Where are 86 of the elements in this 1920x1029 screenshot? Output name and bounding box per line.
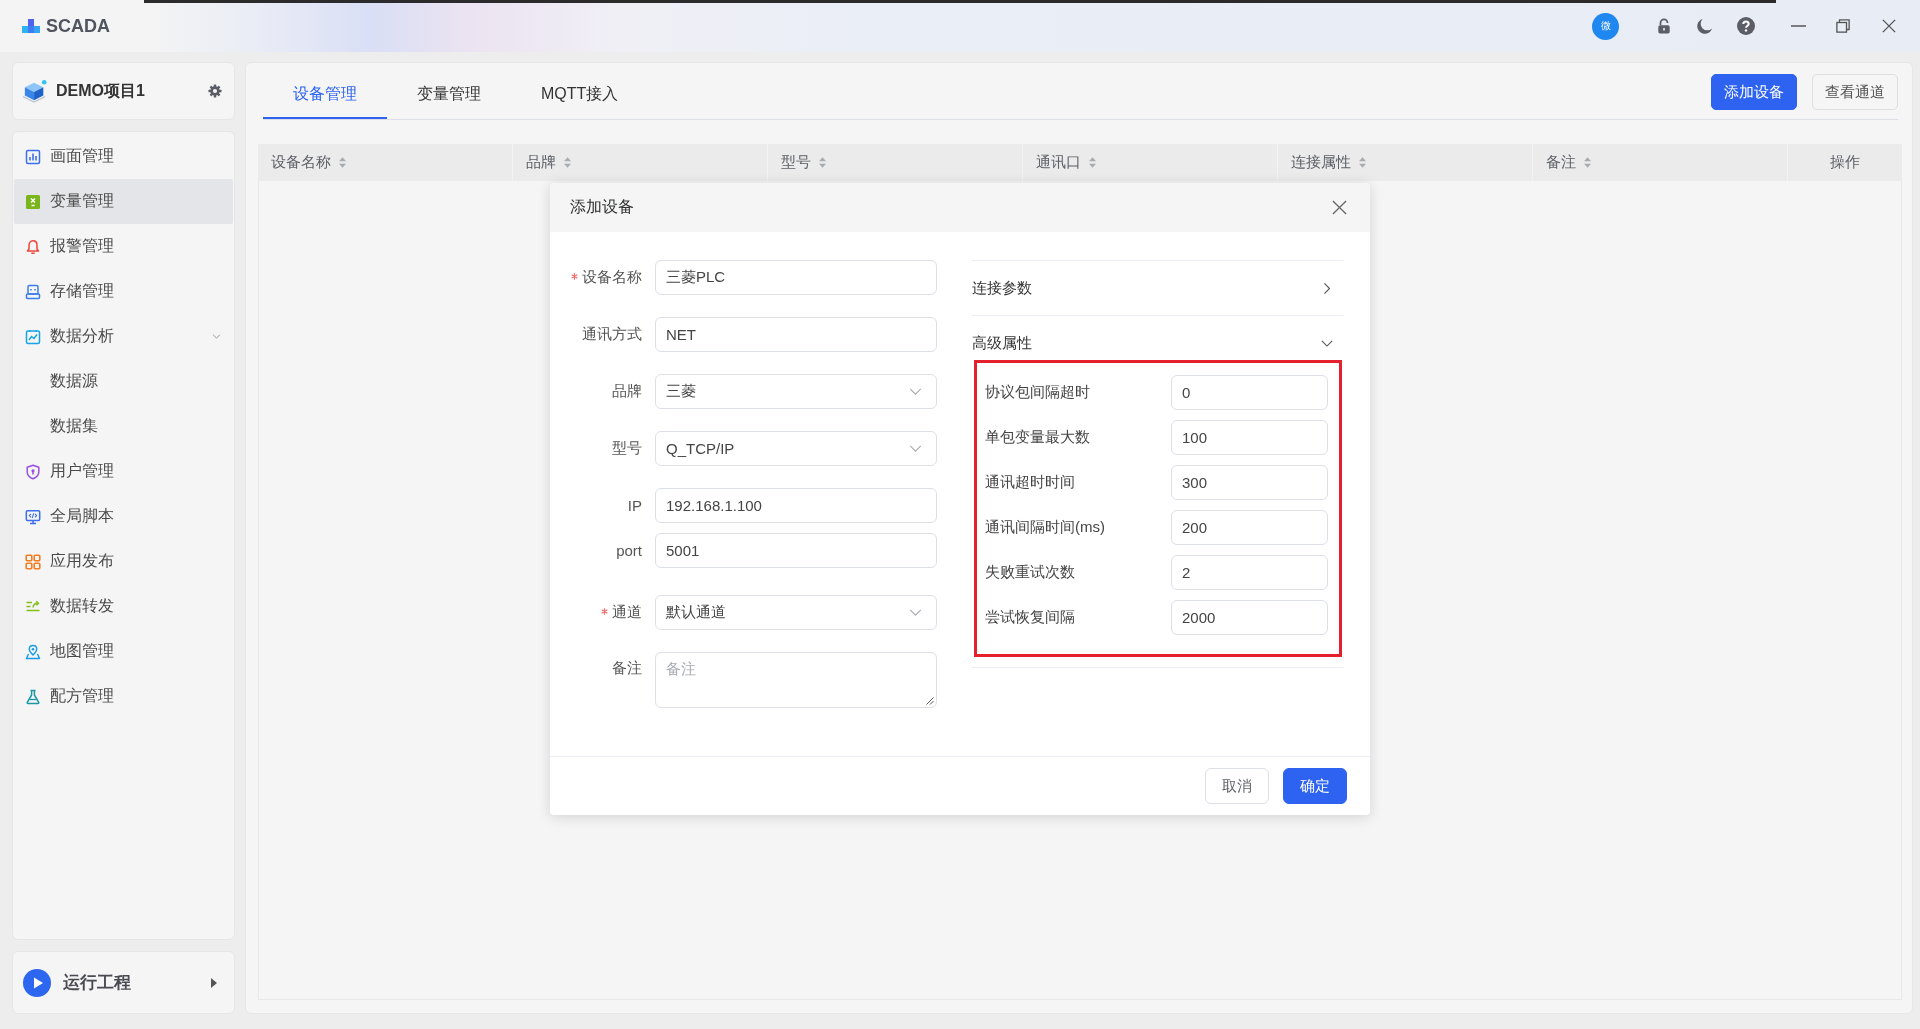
- column-header: 设备名称: [271, 153, 331, 172]
- sidebar-item[interactable]: 变量管理: [14, 179, 233, 224]
- user-avatar[interactable]: 微: [1592, 12, 1619, 40]
- column-header: 连接属性: [1291, 153, 1351, 172]
- settings-icon[interactable]: [208, 84, 222, 98]
- caret-right-icon: [211, 977, 217, 988]
- bar-chart-icon: [25, 148, 41, 165]
- column-header: 备注: [1546, 153, 1576, 172]
- view-channels-button[interactable]: 查看通道: [1812, 74, 1898, 110]
- robot-icon: [25, 283, 41, 300]
- run-project-button[interactable]: 运行工程: [12, 951, 235, 1014]
- sidebar-item[interactable]: 用户管理: [14, 449, 233, 494]
- field-label: 通道: [612, 603, 642, 622]
- select-field[interactable]: 三菱: [655, 374, 937, 409]
- text-field[interactable]: 0: [1171, 375, 1328, 410]
- field-label: 失败重试次数: [985, 563, 1075, 582]
- field-label: 型号: [612, 439, 642, 458]
- close-icon[interactable]: [1882, 19, 1896, 33]
- sidebar-item[interactable]: 存储管理: [14, 269, 233, 314]
- sidebar-item[interactable]: 应用发布: [14, 539, 233, 584]
- dialog-title: 添加设备: [570, 197, 634, 217]
- project-name: DEMO项目1: [56, 80, 146, 101]
- collapse-header[interactable]: 高级属性: [972, 316, 1343, 360]
- field-label: 单包变量最大数: [985, 428, 1090, 447]
- restore-icon[interactable]: [1836, 19, 1850, 33]
- tab[interactable]: 设备管理: [263, 72, 387, 119]
- sidebar-item[interactable]: 数据转发: [14, 584, 233, 629]
- x-square-icon: [25, 193, 41, 210]
- column-header: 型号: [781, 153, 811, 172]
- field-label: port: [616, 542, 642, 559]
- sidebar-item[interactable]: 配方管理: [14, 674, 233, 719]
- shield-icon: [25, 463, 41, 480]
- play-icon: [23, 968, 51, 997]
- chevron-down-icon: [909, 388, 922, 395]
- cube-icon: [22, 79, 48, 103]
- cancel-button[interactable]: 取消: [1205, 768, 1269, 804]
- help-icon[interactable]: [1737, 17, 1755, 35]
- column-header: 品牌: [526, 153, 556, 172]
- logo-icon: [21, 18, 41, 34]
- text-field[interactable]: 100: [1171, 420, 1328, 455]
- column-header: 操作: [1830, 153, 1860, 172]
- bell-icon: [25, 238, 41, 255]
- sidebar-item[interactable]: 报警管理: [14, 224, 233, 269]
- field-label: IP: [627, 497, 642, 514]
- text-field[interactable]: 200: [1171, 510, 1328, 545]
- flask-icon: [25, 688, 41, 705]
- sidebar-item[interactable]: 数据分析: [14, 314, 233, 359]
- sidebar-item[interactable]: 画面管理: [14, 134, 233, 179]
- sidebar-item[interactable]: 地图管理: [14, 629, 233, 674]
- lock-icon[interactable]: [1657, 18, 1671, 34]
- resize-handle-icon[interactable]: [926, 697, 934, 705]
- sidebar-subitem[interactable]: 数据集: [14, 404, 233, 449]
- text-field[interactable]: 2: [1171, 555, 1328, 590]
- tab[interactable]: MQTT接入: [511, 72, 649, 119]
- text-field[interactable]: 5001: [655, 533, 937, 568]
- grid-icon: [25, 553, 41, 570]
- moon-icon[interactable]: [1696, 17, 1713, 35]
- close-icon[interactable]: [1332, 200, 1347, 215]
- field-label: 协议包间隔超时: [985, 383, 1090, 402]
- add-device-button[interactable]: 添加设备: [1711, 74, 1797, 110]
- text-field[interactable]: 192.168.1.100: [655, 488, 937, 523]
- field-label: 通讯超时时间: [985, 473, 1075, 492]
- sidebar-subitem[interactable]: 数据源: [14, 359, 233, 404]
- chevron-down-icon: [909, 445, 922, 452]
- text-field[interactable]: 三菱PLC: [655, 260, 937, 295]
- select-field[interactable]: Q_TCP/IP: [655, 431, 937, 466]
- field-label: 品牌: [612, 382, 642, 401]
- tab[interactable]: 变量管理: [387, 72, 511, 119]
- field-label: 通讯方式: [582, 325, 642, 344]
- text-field[interactable]: 2000: [1171, 600, 1328, 635]
- column-header: 通讯口: [1036, 153, 1081, 172]
- field-label: 备注: [612, 659, 642, 678]
- field-label: 设备名称: [582, 268, 642, 287]
- text-field[interactable]: NET: [655, 317, 937, 352]
- monitor-code-icon: [25, 508, 41, 525]
- text-field[interactable]: 300: [1171, 465, 1328, 500]
- confirm-button[interactable]: 确定: [1283, 768, 1347, 804]
- chevron-down-icon: [909, 609, 922, 616]
- collapse-header[interactable]: 连接参数: [972, 261, 1343, 315]
- field-label: 通讯间隔时间(ms): [985, 518, 1105, 537]
- map-pin-icon: [25, 643, 41, 660]
- line-chart-icon: [25, 328, 41, 345]
- app-name: SCADA: [46, 15, 110, 37]
- sidebar-item[interactable]: 全局脚本: [14, 494, 233, 539]
- select-field[interactable]: 默认通道: [655, 595, 937, 630]
- field-label: 尝试恢复间隔: [985, 608, 1075, 627]
